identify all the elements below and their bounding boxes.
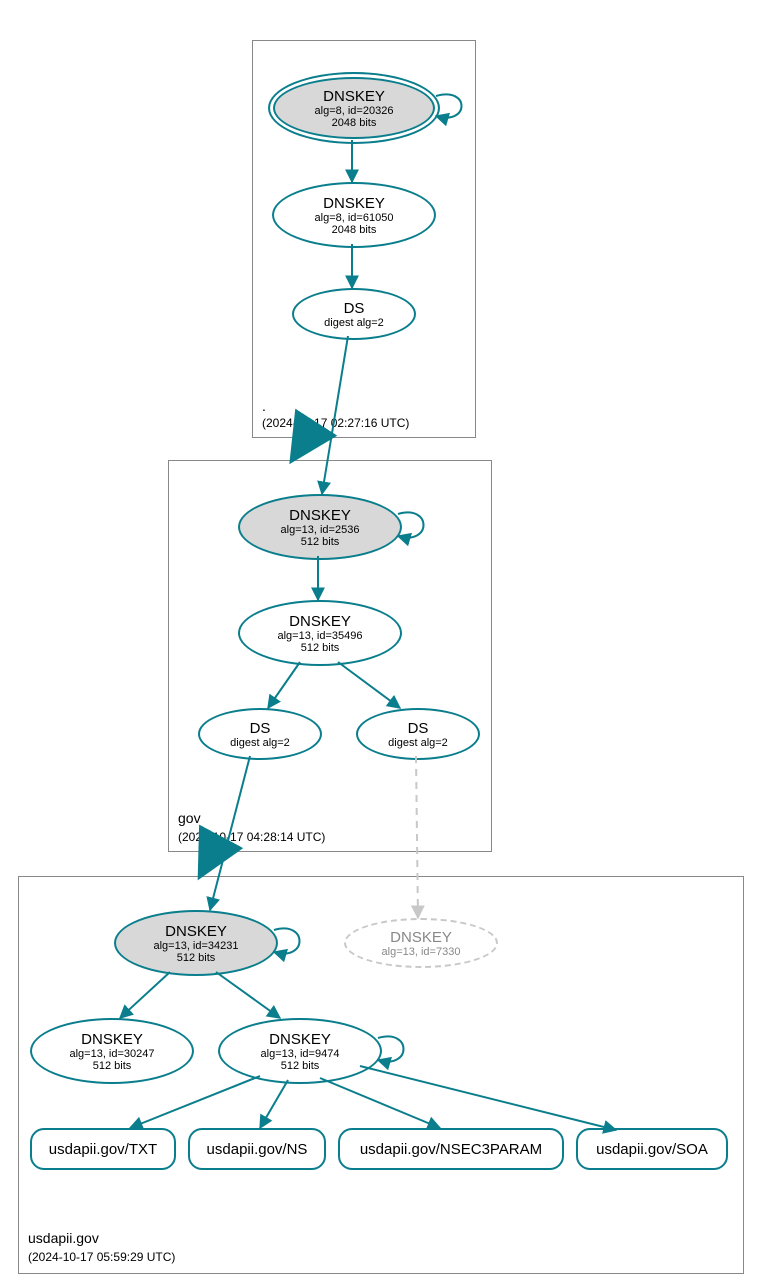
node-sub1: alg=8, id=20326 xyxy=(315,105,394,117)
node-u-zsk2[interactable]: DNSKEY alg=13, id=9474 512 bits xyxy=(218,1018,382,1084)
node-title: DNSKEY xyxy=(390,929,452,946)
rr-ns[interactable]: usdapii.gov/NS xyxy=(188,1128,326,1170)
node-title: DNSKEY xyxy=(269,1031,331,1048)
node-sub2: 2048 bits xyxy=(332,117,377,129)
node-gov-ds1[interactable]: DS digest alg=2 xyxy=(198,708,322,760)
node-title: DNSKEY xyxy=(289,507,351,524)
node-sub1: digest alg=2 xyxy=(388,737,448,749)
node-title: DNSKEY xyxy=(81,1031,143,1048)
zone-gov-ts: (2024-10-17 04:28:14 UTC) xyxy=(178,830,325,844)
node-gov-ksk[interactable]: DNSKEY alg=13, id=2536 512 bits xyxy=(238,494,402,560)
node-sub2: 512 bits xyxy=(177,952,216,964)
node-title: DNSKEY xyxy=(323,88,385,105)
node-root-ksk[interactable]: DNSKEY alg=8, id=20326 2048 bits xyxy=(268,72,440,144)
node-u-ghost[interactable]: DNSKEY alg=13, id=7330 xyxy=(344,918,498,968)
rr-txt[interactable]: usdapii.gov/TXT xyxy=(30,1128,176,1170)
node-title: DS xyxy=(344,300,365,317)
zone-root-label: . xyxy=(262,398,266,414)
node-sub1: alg=13, id=7330 xyxy=(382,946,461,958)
node-u-ksk[interactable]: DNSKEY alg=13, id=34231 512 bits xyxy=(114,910,278,976)
node-sub2: 512 bits xyxy=(281,1060,320,1072)
zone-usd-ts: (2024-10-17 05:59:29 UTC) xyxy=(28,1250,175,1264)
zone-root-ts: (2024-10-17 02:27:16 UTC) xyxy=(262,416,409,430)
node-sub2: 512 bits xyxy=(301,642,340,654)
rr-nsec[interactable]: usdapii.gov/NSEC3PARAM xyxy=(338,1128,564,1170)
node-sub2: 2048 bits xyxy=(332,224,377,236)
node-sub1: alg=13, id=9474 xyxy=(261,1048,340,1060)
node-root-zsk[interactable]: DNSKEY alg=8, id=61050 2048 bits xyxy=(272,182,436,248)
node-root-ds[interactable]: DS digest alg=2 xyxy=(292,288,416,340)
node-title: DS xyxy=(408,720,429,737)
node-title: DS xyxy=(250,720,271,737)
node-gov-zsk[interactable]: DNSKEY alg=13, id=35496 512 bits xyxy=(238,600,402,666)
node-sub1: digest alg=2 xyxy=(230,737,290,749)
node-title: DNSKEY xyxy=(165,923,227,940)
node-title: DNSKEY xyxy=(289,613,351,630)
node-sub1: alg=8, id=61050 xyxy=(315,212,394,224)
node-sub2: 512 bits xyxy=(93,1060,132,1072)
node-sub1: alg=13, id=30247 xyxy=(69,1048,154,1060)
node-title: DNSKEY xyxy=(323,195,385,212)
node-sub1: alg=13, id=35496 xyxy=(277,630,362,642)
node-gov-ds2[interactable]: DS digest alg=2 xyxy=(356,708,480,760)
zone-usd-label: usdapii.gov xyxy=(28,1230,99,1246)
node-sub2: 512 bits xyxy=(301,536,340,548)
rr-soa[interactable]: usdapii.gov/SOA xyxy=(576,1128,728,1170)
node-sub1: digest alg=2 xyxy=(324,317,384,329)
node-u-zsk1[interactable]: DNSKEY alg=13, id=30247 512 bits xyxy=(30,1018,194,1084)
node-sub1: alg=13, id=34231 xyxy=(153,940,238,952)
node-sub1: alg=13, id=2536 xyxy=(281,524,360,536)
zone-gov-label: gov xyxy=(178,810,201,826)
